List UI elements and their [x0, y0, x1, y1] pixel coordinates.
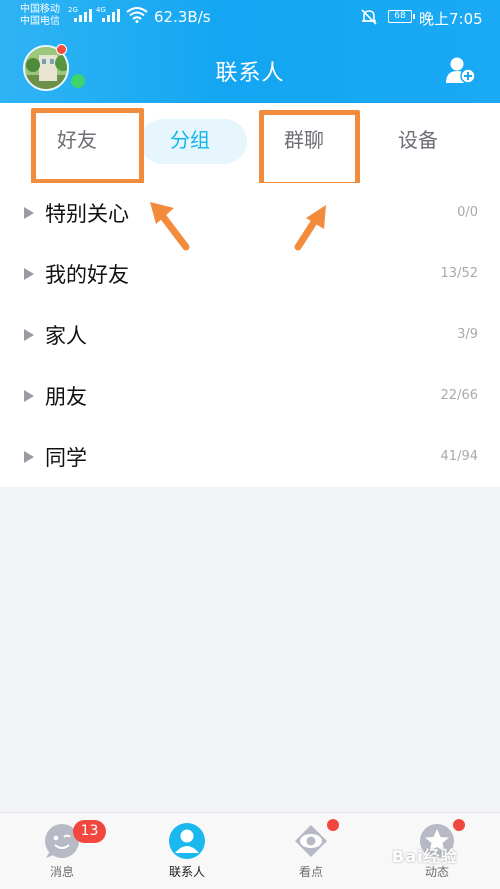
- carrier-labels: 中国移动 中国电信: [20, 4, 68, 28]
- nav-label-contacts: 联系人: [168, 865, 205, 879]
- group-online-count: 41/94: [440, 449, 478, 464]
- group-online-count: 3/9: [457, 327, 478, 342]
- tab-groups[interactable]: 分组: [170, 124, 210, 153]
- nav-label-messages: 消息: [49, 865, 74, 879]
- signal-icon: [102, 8, 120, 22]
- mute-bell-icon: [361, 9, 377, 25]
- group-row-special-care[interactable]: 特别关心 0/0: [0, 183, 500, 243]
- expand-arrow-icon: [24, 207, 34, 219]
- watermark: Bai经验: [392, 847, 458, 866]
- expand-arrow-icon: [24, 268, 34, 280]
- tab-devices[interactable]: 设备: [398, 124, 438, 153]
- nav-contacts[interactable]: 联系人: [147, 813, 227, 889]
- highlight-box-group-chats: [259, 110, 360, 187]
- discover-red-dot: [327, 819, 339, 831]
- wifi-icon: [126, 7, 148, 23]
- network-speed: 62.3B/s: [154, 8, 211, 26]
- add-contact-icon[interactable]: [446, 56, 476, 84]
- group-name: 我的好友: [45, 263, 129, 287]
- group-list: 特别关心 0/0 我的好友 13/52 家人 3/9 朋友 22/66 同学 4…: [0, 183, 500, 487]
- battery-icon: 68: [388, 10, 415, 23]
- carrier-1: 中国移动: [20, 4, 60, 15]
- status-bar: 中国移动 中国电信 2G 4G 62.3B/s 68 晚上7:05: [0, 0, 500, 34]
- group-online-count: 13/52: [440, 266, 478, 281]
- expand-arrow-icon: [24, 390, 34, 402]
- group-name: 家人: [45, 324, 87, 348]
- avatar-notification-dot: [56, 44, 67, 55]
- group-online-count: 22/66: [440, 388, 478, 403]
- group-row-my-friends[interactable]: 我的好友 13/52: [0, 244, 500, 304]
- expand-arrow-icon: [24, 451, 34, 463]
- nav-discover[interactable]: 看点: [271, 813, 351, 889]
- carrier-2: 中国电信: [20, 16, 60, 27]
- group-name: 朋友: [45, 385, 87, 409]
- annotation-arrow-right: [294, 205, 326, 251]
- unread-badge: 13: [73, 820, 106, 843]
- feed-red-dot: [453, 819, 465, 831]
- group-name: 同学: [45, 446, 87, 470]
- contacts-icon: [169, 823, 205, 859]
- group-name: 特别关心: [45, 202, 129, 226]
- expand-arrow-icon: [24, 329, 34, 341]
- eye-icon: [295, 825, 327, 857]
- nav-label-discover: 看点: [298, 865, 323, 879]
- status-time: 晚上7:05: [419, 10, 483, 28]
- signal-icon: [74, 8, 92, 22]
- page-title: 联系人: [215, 61, 285, 86]
- group-row-classmates[interactable]: 同学 41/94: [0, 427, 500, 487]
- group-online-count: 0/0: [457, 205, 478, 220]
- annotation-arrow-left: [150, 202, 190, 251]
- header: 中国移动 中国电信 2G 4G 62.3B/s 68 晚上7:05 联系人: [0, 0, 500, 103]
- group-row-family[interactable]: 家人 3/9: [0, 305, 500, 365]
- group-row-friends[interactable]: 朋友 22/66: [0, 366, 500, 426]
- highlight-box-friends: [31, 108, 144, 184]
